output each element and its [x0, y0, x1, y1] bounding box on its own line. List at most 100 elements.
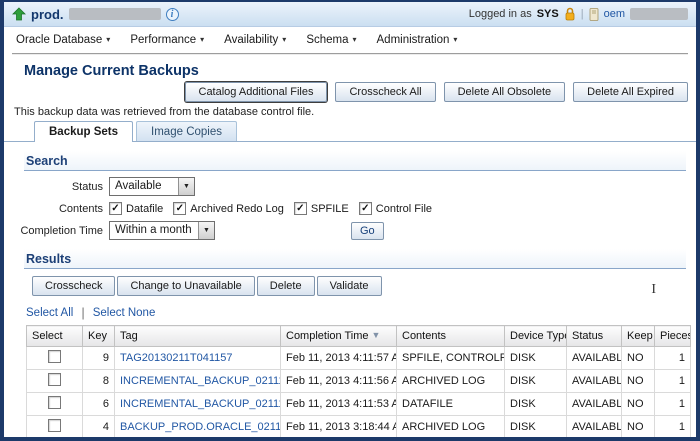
- key-cell: 4: [82, 415, 115, 437]
- results-section-header: Results: [24, 249, 686, 269]
- i-beam-cursor: I: [651, 282, 656, 297]
- pieces-cell: 1: [654, 346, 691, 370]
- row-select-checkbox[interactable]: [48, 419, 61, 432]
- completion-time-cell: Feb 11, 2013 4:11:56 AM: [280, 369, 397, 393]
- select-all-link[interactable]: Select All: [26, 307, 73, 319]
- contents-row: Contents ✓ Datafile ✓ Archived Redo Log …: [4, 202, 696, 215]
- table-row: 6 INCREMENTAL_BACKUP_021113041150 Feb 11…: [26, 392, 691, 416]
- completion-time-row: Completion Time Within a month ▼ Go: [4, 221, 696, 240]
- crosscheck-all-button[interactable]: Crosscheck All: [335, 82, 436, 102]
- status-cell: AVAILABLE: [566, 392, 622, 416]
- contents-cell: ARCHIVED LOG: [396, 369, 505, 393]
- status-label: Status: [71, 180, 103, 193]
- up-arrow-status-icon: [12, 7, 26, 21]
- check-icon: ✓: [111, 202, 120, 214]
- row-select-checkbox[interactable]: [48, 350, 61, 363]
- col-header-pieces[interactable]: Pieces: [654, 325, 691, 347]
- host-link[interactable]: oem: [604, 8, 625, 20]
- menu-oracle-database[interactable]: Oracle Database ▾: [16, 34, 110, 46]
- menu-label: Schema: [306, 34, 349, 46]
- tab-image-copies[interactable]: Image Copies: [136, 121, 237, 141]
- tag-link[interactable]: TAG20130211T041157: [120, 352, 233, 364]
- status-cell: AVAILABLE: [566, 415, 622, 437]
- lock-icon: [565, 7, 575, 21]
- separator: |: [580, 8, 584, 20]
- dropdown-arrow-icon[interactable]: ▼: [178, 178, 194, 195]
- database-target-brand: prod. i: [12, 7, 179, 22]
- search-section-header: Search: [24, 151, 686, 171]
- device-type-cell: DISK: [504, 369, 567, 393]
- main-menubar: Oracle Database ▾ Performance ▾ Availabi…: [4, 27, 696, 53]
- archived-redo-log-checkbox[interactable]: ✓: [173, 202, 187, 215]
- manage-current-backups-page: prod. i Logged in as SYS | oem Oracle Da…: [0, 0, 700, 441]
- col-header-select: Select: [26, 325, 83, 347]
- col-header-key[interactable]: Key: [82, 325, 115, 347]
- datafile-checkbox[interactable]: ✓: [109, 202, 122, 215]
- delete-button[interactable]: Delete: [256, 276, 315, 296]
- status-select[interactable]: Available ▼: [109, 177, 195, 196]
- tab-backup-sets[interactable]: Backup Sets: [34, 121, 134, 142]
- completion-time-cell: Feb 11, 2013 3:18:44 AM: [280, 415, 397, 437]
- top-banner: prod. i Logged in as SYS | oem: [4, 2, 696, 27]
- col-header-contents[interactable]: Contents: [396, 325, 505, 347]
- keep-cell: NO: [621, 346, 655, 370]
- status-cell: AVAILABLE: [566, 346, 622, 370]
- col-header-status[interactable]: Status: [566, 325, 622, 347]
- delete-all-expired-button[interactable]: Delete All Expired: [573, 82, 688, 102]
- redacted-host-name: [630, 8, 688, 20]
- device-type-cell: DISK: [504, 392, 567, 416]
- crosscheck-button[interactable]: Crosscheck: [32, 276, 116, 296]
- table-row: 8 INCREMENTAL_BACKUP_021113041150 Feb 11…: [26, 369, 691, 393]
- col-header-completion-time[interactable]: Completion Time ▼: [280, 325, 397, 347]
- check-icon: ✓: [361, 202, 370, 214]
- menu-performance[interactable]: Performance ▾: [130, 34, 204, 46]
- chevron-down-icon: ▾: [282, 35, 287, 44]
- datafile-checkbox-label: Datafile: [126, 202, 164, 215]
- archived-redo-log-checkbox-label: Archived Redo Log: [190, 202, 284, 215]
- chevron-down-icon: ▾: [200, 35, 205, 44]
- table-row: 9 TAG20130211T041157 Feb 11, 2013 4:11:5…: [26, 346, 691, 370]
- go-button[interactable]: Go: [351, 221, 384, 240]
- tab-strip: Backup Sets Image Copies: [4, 121, 696, 142]
- contents-cell: DATAFILE: [396, 392, 505, 416]
- completion-time-cell: Feb 11, 2013 4:11:53 AM: [280, 392, 397, 416]
- sort-descending-icon[interactable]: ▼: [372, 330, 381, 340]
- menu-label: Administration: [376, 34, 450, 46]
- completion-time-label: Completion Time: [20, 224, 103, 237]
- completion-time-select-value: Within a month: [115, 224, 192, 236]
- key-cell: 6: [82, 392, 115, 416]
- control-file-checkbox[interactable]: ✓: [358, 202, 372, 215]
- contents-cell: SPFILE, CONTROLFILE: [396, 346, 505, 370]
- info-icon[interactable]: i: [165, 7, 179, 21]
- key-cell: 9: [82, 346, 115, 370]
- change-to-unavailable-button[interactable]: Change to Unavailable: [117, 276, 255, 296]
- delete-all-obsolete-button[interactable]: Delete All Obsolete: [443, 82, 566, 102]
- menu-label: Availability: [224, 34, 279, 46]
- table-row: 4 BACKUP_PROD.ORACLE_021113031732 Feb 11…: [26, 415, 691, 437]
- page-title: Manage Current Backups: [24, 63, 199, 79]
- redacted-database-name: [68, 8, 161, 20]
- menubar-divider: [12, 53, 688, 55]
- keep-cell: NO: [621, 415, 655, 437]
- completion-time-select[interactable]: Within a month ▼: [109, 221, 215, 240]
- col-header-tag[interactable]: Tag: [114, 325, 281, 347]
- tag-link[interactable]: INCREMENTAL_BACKUP_021113041150: [120, 398, 280, 410]
- row-select-checkbox[interactable]: [48, 373, 61, 386]
- spfile-checkbox[interactable]: ✓: [293, 202, 307, 215]
- database-name[interactable]: prod.: [31, 7, 64, 22]
- tag-link[interactable]: INCREMENTAL_BACKUP_021113041150: [120, 375, 280, 387]
- menu-label: Oracle Database: [16, 34, 103, 46]
- col-header-keep[interactable]: Keep: [621, 325, 655, 347]
- chevron-down-icon: ▾: [352, 35, 357, 44]
- catalog-additional-files-button[interactable]: Catalog Additional Files: [184, 82, 328, 102]
- select-none-link[interactable]: Select None: [93, 307, 156, 319]
- menu-schema[interactable]: Schema ▾: [306, 34, 356, 46]
- col-header-device-type[interactable]: Device Type: [504, 325, 567, 347]
- menu-administration[interactable]: Administration ▾: [377, 34, 458, 46]
- menu-availability[interactable]: Availability ▾: [224, 34, 286, 46]
- row-select-checkbox[interactable]: [48, 396, 61, 409]
- dropdown-arrow-icon[interactable]: ▼: [198, 222, 214, 239]
- validate-button[interactable]: Validate: [316, 276, 382, 296]
- tag-link[interactable]: BACKUP_PROD.ORACLE_021113031732: [120, 421, 280, 433]
- pieces-cell: 1: [654, 369, 691, 393]
